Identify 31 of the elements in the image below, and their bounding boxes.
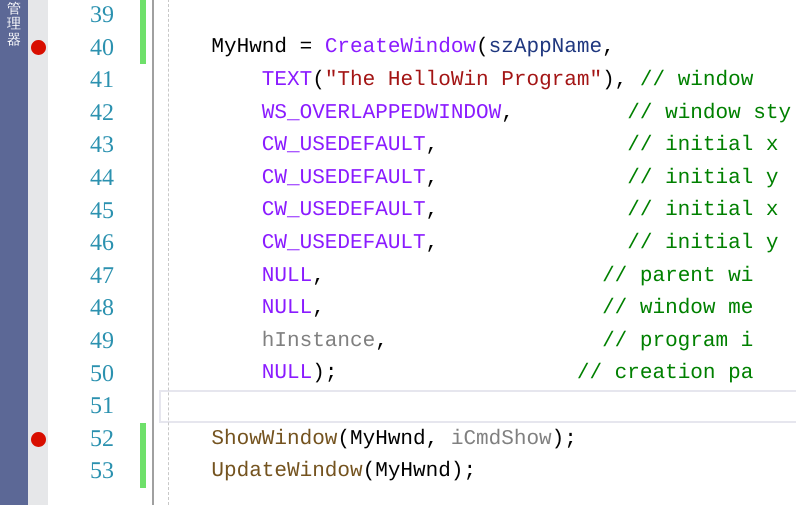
breakpoint-icon[interactable] <box>30 40 46 56</box>
line-number: 50 <box>89 360 114 389</box>
line-number: 46 <box>89 229 114 258</box>
code-line: NULL, // window me <box>262 297 754 320</box>
code-line: CW_USEDEFAULT, // initial y <box>262 166 778 190</box>
code-line: TEXT("The HelloWin Program"), // window <box>262 68 754 92</box>
code-line: CW_USEDEFAULT, // initial x <box>262 134 778 158</box>
code-line: NULL); // creation pa <box>262 362 754 386</box>
line-number: 41 <box>89 66 114 96</box>
side-panel-tab[interactable]: 管理器 <box>0 0 28 505</box>
line-number: 43 <box>89 131 114 160</box>
code-line: CW_USEDEFAULT, // initial y <box>262 232 778 255</box>
code-line: WS_OVERLAPPEDWINDOW, // window sty <box>262 102 792 125</box>
code-line: CW_USEDEFAULT, // initial x <box>262 199 778 222</box>
line-number: 39 <box>89 1 114 30</box>
breakpoint-icon[interactable] <box>30 432 46 447</box>
code-line: NULL, // parent wi <box>262 264 754 288</box>
line-number: 52 <box>89 424 114 454</box>
line-number: 49 <box>89 326 114 356</box>
line-number: 42 <box>89 98 114 128</box>
line-number: 40 <box>89 34 114 63</box>
code-line: MyHwnd = CreateWindow(szAppName, <box>211 36 615 60</box>
line-number: 44 <box>89 164 114 193</box>
line-number: 51 <box>89 392 114 422</box>
code-line: ShowWindow(MyHwnd, iCmdShow); <box>211 428 577 451</box>
line-number: 48 <box>89 294 114 324</box>
code-line: UpdateWindow(MyHwnd); <box>211 460 476 484</box>
line-number: 47 <box>89 262 114 291</box>
code-line: hInstance, // program i <box>262 330 754 353</box>
line-number: 45 <box>89 196 114 226</box>
line-number: 53 <box>89 457 114 486</box>
